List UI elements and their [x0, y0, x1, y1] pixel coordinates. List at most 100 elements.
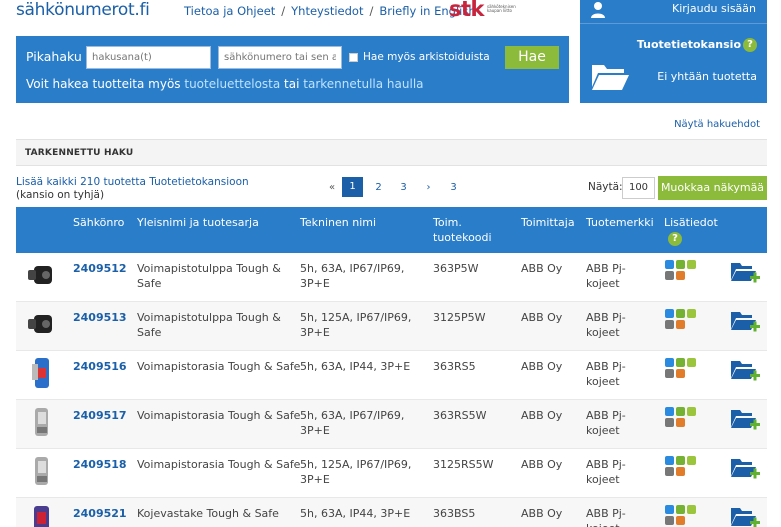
info-icon[interactable] [665, 456, 674, 465]
link-icon[interactable] [687, 407, 696, 416]
product-number-link[interactable]: 2409521 [73, 506, 127, 521]
link-icon[interactable] [687, 505, 696, 514]
login-row[interactable]: Kirjaudu sisään [580, 0, 767, 24]
image-icon[interactable] [676, 516, 685, 525]
keyword-input[interactable] [86, 46, 211, 69]
document-icon[interactable] [676, 358, 685, 367]
table-row[interactable]: 2409517 Voimapistorasia Tough & Safe 5h,… [16, 400, 767, 449]
product-number-link[interactable]: 2409516 [73, 359, 127, 374]
show-search-conditions-link[interactable]: Näytä hakuehdot [674, 119, 760, 130]
advanced-search-bar[interactable]: TARKENNETTU HAKU [16, 139, 767, 166]
technical-name-line: 3P+E [300, 473, 330, 486]
column-header-brand[interactable]: Tuotemerkki [586, 215, 654, 230]
info-icon[interactable] [665, 407, 674, 416]
column-header-supplier[interactable]: Toimittaja [521, 215, 575, 230]
nav-link-contact[interactable]: Yhteystiedot [291, 4, 363, 18]
archive-checkbox[interactable] [349, 52, 358, 62]
brand-name: ABB Pj-kojeet [586, 506, 626, 527]
supplier-name: ABB Oy [521, 409, 563, 422]
product-name-line: Voimapistorasia Tough & Safe [137, 360, 301, 373]
top-navigation: Tietoa ja Ohjeet / Yhteystiedot / Briefl… [184, 4, 476, 18]
document-icon[interactable] [676, 260, 685, 269]
advanced-search-link[interactable]: tarkennetulla haulla [303, 77, 423, 91]
add-all-to-folder-link[interactable]: Lisää kaikki 210 tuotetta Tuotetietokans… [16, 176, 249, 188]
image-icon[interactable] [676, 418, 685, 427]
product-number-link[interactable]: 2409518 [73, 457, 127, 472]
product-thumbnail[interactable] [24, 258, 58, 292]
data-sheet-icon[interactable] [665, 369, 674, 378]
table-row[interactable]: 2409512 Voimapistotulppa Tough & Safe 5h,… [16, 253, 767, 302]
product-number-link[interactable]: 2409512 [73, 261, 127, 276]
product-number-input[interactable] [218, 46, 342, 69]
info-icon[interactable] [665, 309, 674, 318]
data-sheet-icon[interactable] [665, 320, 674, 329]
site-logo[interactable]: sähkönumerot.fi [16, 0, 150, 20]
image-icon[interactable] [676, 271, 685, 280]
data-sheet-icon[interactable] [665, 271, 674, 280]
add-to-folder-icon[interactable] [730, 456, 760, 482]
link-icon[interactable] [687, 456, 696, 465]
table-row[interactable]: 2409516 Voimapistorasia Tough & Safe 5h,… [16, 351, 767, 400]
product-folder-title[interactable]: Tuotetietokansio [637, 38, 741, 51]
product-thumbnail[interactable] [24, 454, 58, 488]
add-to-folder-icon[interactable] [730, 505, 760, 527]
document-icon[interactable] [676, 456, 685, 465]
info-icon[interactable] [665, 260, 674, 269]
data-sheet-icon[interactable] [665, 418, 674, 427]
add-to-folder-icon[interactable] [730, 309, 760, 335]
add-to-folder-icon[interactable] [730, 358, 760, 384]
data-sheet-icon[interactable] [665, 467, 674, 476]
product-number-link[interactable]: 2409517 [73, 408, 127, 423]
login-link[interactable]: Kirjaudu sisään [672, 2, 756, 15]
technical-name: 5h, 63A, IP67/IP69, 3P+E [300, 261, 404, 291]
link-icon[interactable] [687, 309, 696, 318]
column-header-technical[interactable]: Tekninen nimi [300, 215, 376, 230]
archive-option[interactable]: Hae myös arkistoiduista [349, 51, 490, 63]
info-icon[interactable] [665, 505, 674, 514]
info-icon[interactable] [665, 358, 674, 367]
link-icon[interactable] [687, 358, 696, 367]
product-thumbnail[interactable] [24, 356, 58, 390]
image-icon[interactable] [676, 369, 685, 378]
info-icons [665, 358, 696, 378]
stk-logo[interactable]: stk sähköteknisen kaupan liitto [449, 0, 517, 21]
page-1-button[interactable]: 1 [342, 177, 363, 197]
product-catalog-link[interactable]: tuoteluettelosta [184, 77, 280, 91]
table-row[interactable]: 2409518 Voimapistorasia Tough & Safe 5h,… [16, 449, 767, 498]
column-header-code[interactable]: Toim. tuotekoodi [433, 215, 492, 245]
table-row[interactable]: 2409521 Kojevastake Tough & Safe 5h, 63A… [16, 498, 767, 527]
first-page-button[interactable]: « [325, 182, 339, 193]
document-icon[interactable] [676, 407, 685, 416]
product-thumbnail[interactable] [24, 503, 58, 527]
search-button[interactable]: Hae [505, 46, 559, 69]
product-thumbnail[interactable] [24, 405, 58, 439]
document-icon[interactable] [676, 309, 685, 318]
column-header-name[interactable]: Yleisnimi ja tuotesarja [137, 215, 259, 230]
last-page-button[interactable]: 3 [441, 182, 466, 193]
nav-link-info[interactable]: Tietoa ja Ohjeet [184, 4, 275, 18]
document-icon[interactable] [676, 505, 685, 514]
pagination: « 1 2 3 › 3 [325, 177, 466, 197]
page-size-input[interactable]: 100 [622, 177, 655, 199]
info-icons [665, 456, 696, 476]
folder-icon[interactable] [590, 61, 630, 91]
image-icon[interactable] [676, 467, 685, 476]
table-row[interactable]: 2409513 Voimapistotulppa Tough & Safe 5h,… [16, 302, 767, 351]
page-2-button[interactable]: 2 [366, 182, 391, 193]
add-to-folder-icon[interactable] [730, 260, 760, 286]
add-to-folder-icon[interactable] [730, 407, 760, 433]
help-icon[interactable]: ? [743, 38, 757, 52]
page-3-button[interactable]: 3 [391, 182, 416, 193]
folder-status-text: (kansio on tyhjä) [16, 189, 105, 201]
image-icon[interactable] [676, 320, 685, 329]
supplier-code: 363P5W [433, 262, 479, 275]
column-header-number[interactable]: Sähkönro [73, 215, 124, 230]
link-icon[interactable] [687, 260, 696, 269]
help-icon[interactable]: ? [668, 232, 682, 246]
product-number-link[interactable]: 2409513 [73, 310, 127, 325]
product-thumbnail[interactable] [24, 307, 58, 341]
data-sheet-icon[interactable] [665, 516, 674, 525]
next-page-button[interactable]: › [416, 182, 441, 193]
supplier-code: 363RS5 [433, 360, 476, 373]
edit-view-button[interactable]: Muokkaa näkymää [658, 176, 767, 200]
